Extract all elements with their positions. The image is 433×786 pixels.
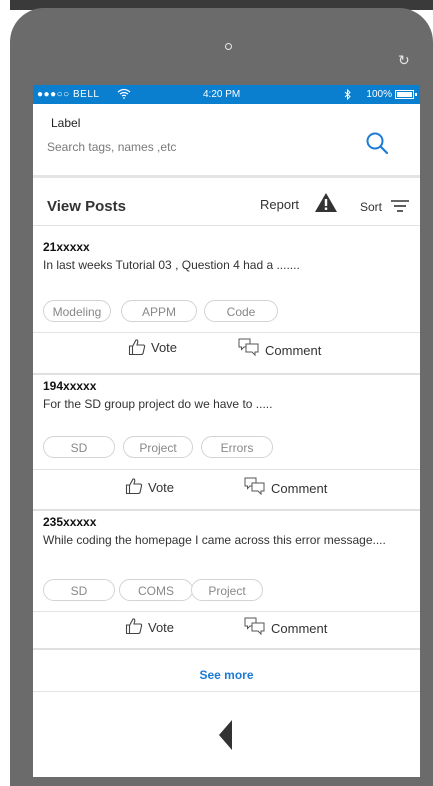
sort-button-label[interactable]: Sort [360, 200, 382, 214]
vote-button[interactable]: Vote [125, 477, 195, 499]
post-author-id: 21xxxxx [43, 240, 90, 254]
see-more-link[interactable]: See more [33, 668, 420, 682]
post-item: 194xxxxx For the SD group project do we … [33, 375, 420, 511]
post-item: 21xxxxx In last weeks Tutorial 03 , Ques… [33, 226, 420, 374]
back-arrow-icon[interactable] [219, 720, 233, 750]
tag-chip[interactable]: Project [123, 436, 193, 458]
post-item: 235xxxxx While coding the homepage I cam… [33, 511, 420, 651]
status-time: 4:20 PM [203, 89, 241, 100]
search-icon[interactable] [365, 131, 389, 155]
post-author-id: 235xxxxx [43, 515, 97, 529]
tag-chip[interactable]: APPM [121, 300, 197, 322]
phone-frame: ↻ ●●●○○ BELL 4:20 PM 100% Label Search t… [0, 0, 433, 786]
report-button-label[interactable]: Report [260, 197, 299, 212]
tag-chip[interactable]: SD [43, 579, 115, 601]
sort-icon[interactable] [390, 199, 410, 213]
comment-label: Comment [271, 481, 328, 496]
comment-icon [244, 617, 265, 636]
vote-label: Vote [148, 620, 175, 635]
divider [33, 332, 420, 333]
warning-icon[interactable] [314, 192, 338, 213]
carrier-signal: ●●●○○ BELL [37, 89, 100, 100]
vote-button[interactable]: Vote [128, 338, 198, 360]
comment-label: Comment [265, 343, 322, 358]
battery-percent: 100% [366, 89, 392, 100]
divider [33, 691, 420, 692]
rotate-icon: ↻ [398, 52, 410, 68]
search-box: Label [33, 104, 420, 178]
vote-label: Vote [151, 340, 178, 355]
divider [33, 611, 420, 612]
comment-icon [244, 477, 265, 496]
page-title: View Posts [47, 198, 126, 215]
comment-button[interactable]: Comment [244, 617, 364, 639]
vote-label: Vote [148, 480, 175, 495]
post-separator [33, 648, 420, 650]
divider [33, 469, 420, 470]
app-screen: ●●●○○ BELL 4:20 PM 100% Label View [33, 85, 420, 777]
camera-icon [225, 43, 232, 50]
tag-chip[interactable]: Code [204, 300, 278, 322]
post-text[interactable]: While coding the homepage I came across … [43, 532, 408, 549]
tag-chip[interactable]: Modeling [43, 300, 111, 322]
thumbs-up-icon [128, 339, 146, 356]
vote-button[interactable]: Vote [125, 617, 195, 639]
search-label: Label [51, 116, 81, 130]
tag-chip[interactable]: Errors [201, 436, 273, 458]
thumbs-up-icon [125, 478, 143, 495]
search-input[interactable] [47, 140, 347, 154]
comment-label: Comment [271, 621, 328, 636]
thumbs-up-icon [125, 618, 143, 635]
posts-header: View Posts Report Sort [33, 178, 420, 226]
wifi-icon [117, 88, 131, 99]
tag-chip[interactable]: COMS [119, 579, 193, 601]
tag-chip[interactable]: SD [43, 436, 115, 458]
post-text[interactable]: For the SD group project do we have to .… [43, 396, 408, 413]
comment-icon [238, 338, 259, 357]
status-bar: ●●●○○ BELL 4:20 PM 100% [33, 85, 420, 104]
battery-icon [395, 90, 417, 99]
comment-button[interactable]: Comment [244, 477, 364, 499]
bluetooth-icon [344, 89, 351, 100]
comment-button[interactable]: Comment [238, 338, 358, 360]
tag-chip[interactable]: Project [191, 579, 263, 601]
post-author-id: 194xxxxx [43, 379, 97, 393]
post-text[interactable]: In last weeks Tutorial 03 , Question 4 h… [43, 257, 408, 274]
